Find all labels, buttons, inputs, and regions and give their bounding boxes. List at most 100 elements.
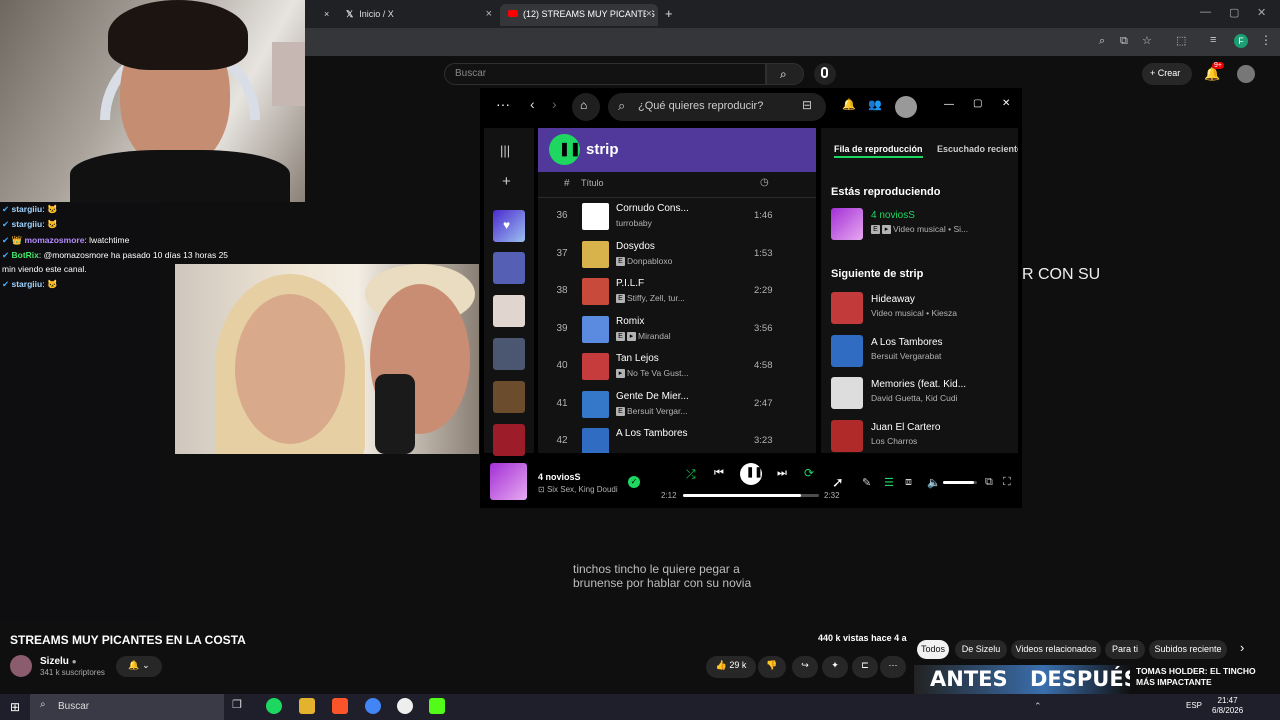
pause-button[interactable]: ❚❚ [549,134,581,165]
track-row[interactable]: 39 Romix E ▸ Mirandal 3:56 [538,311,816,348]
chip-subidos-recientes[interactable]: Subidos reciente [1149,640,1227,659]
brave-browser-icon[interactable] [332,698,348,714]
file-explorer-icon[interactable] [299,698,315,714]
shuffle-icon[interactable]: ⤮ [686,467,696,482]
minimize-icon[interactable]: — [1200,6,1211,18]
queue-icon[interactable]: ☰ [884,476,894,489]
task-view-icon[interactable]: ❐ [232,698,248,714]
channel-avatar[interactable] [10,655,32,677]
queue-item[interactable]: Hideaway Video musical • Kiesza [831,292,1016,328]
close-window-icon[interactable]: ✕ [1002,98,1010,109]
browse-icon[interactable]: ⊟ [802,98,812,112]
more-menu-icon[interactable]: ⋮ [1260,33,1272,47]
tab-x[interactable]: 𝕏 Inicio / X × [338,4,498,26]
back-arrow-icon[interactable]: ‹ [530,96,535,112]
plus-icon[interactable]: + [502,173,511,190]
playlist-cover[interactable] [493,338,525,370]
connect-device-icon[interactable]: ⧈ [905,476,912,489]
save-button[interactable]: ⊏ [852,656,878,678]
chip-para-ti[interactable]: Para ti [1105,640,1145,659]
obs-icon[interactable] [397,698,413,714]
track-row[interactable]: 36 Cornudo Cons... turrobaby 1:46 [538,198,816,235]
share-button[interactable]: ↪ [792,656,818,678]
dislike-button[interactable]: 👎 [758,656,786,678]
chrome-icon[interactable] [365,698,381,714]
playlist-cover[interactable] [493,252,525,284]
now-playing-item[interactable]: 4 noviosS E ▸ Video musical • Si... [831,208,1016,244]
notifications-bell-icon[interactable]: 🔔 [842,98,856,111]
friend-activity-icon[interactable]: 👥 [868,98,882,111]
youtube-search-input[interactable]: Buscar [444,63,766,85]
spotify-taskbar-icon[interactable] [266,698,282,714]
ask-button[interactable]: ✦ [822,656,848,678]
minimize-icon[interactable]: — [944,99,954,110]
liked-songs-cover[interactable]: ♥ [493,210,525,242]
kick-icon[interactable] [429,698,445,714]
youtube-search-button[interactable]: ⌕ [766,63,804,85]
bookmark-star-icon[interactable]: ☆ [1142,34,1152,47]
volume-slider[interactable] [943,481,977,484]
clock[interactable]: 21:47 6/8/2026 [1212,696,1243,716]
close-window-icon[interactable]: ✕ [1257,6,1266,19]
maximize-icon[interactable]: ▢ [1229,6,1239,19]
queue-item[interactable]: Juan El Cartero Los Charros [831,419,1016,454]
chip-todos[interactable]: Todos [917,640,949,659]
library-icon[interactable]: ||| [500,143,510,158]
track-row[interactable]: 42 A Los Tambores 3:23 [538,423,816,453]
previous-icon[interactable]: ⏮ [714,467,724,480]
avatar[interactable] [1237,65,1255,83]
menu-dots-icon[interactable]: ··· [496,96,510,112]
profile-avatar[interactable]: F [1234,34,1248,48]
language-indicator[interactable]: ESP [1186,701,1202,710]
repeat-icon[interactable]: ⟳ [804,466,814,480]
close-tab-icon[interactable]: × [322,4,336,26]
queue-item[interactable]: Memories (feat. Kid... David Guetta, Kid … [831,377,1016,413]
tab-recent[interactable]: Escuchado reciente [937,144,1018,154]
recommended-thumbnail[interactable]: ANTES DESPUÉS [914,665,1130,695]
like-button[interactable]: 👍 29 k [706,656,756,678]
windows-start-icon[interactable]: ⊞ [10,700,20,714]
track-row[interactable]: 37 Dosydos E Donpabloxo 1:53 [538,236,816,273]
recommended-title[interactable]: TOMAS HOLDER: EL TINCHO MÁS IMPACTANTE [1136,666,1256,688]
track-row[interactable]: 38 P.I.L.F E Stiffy, Zell, tur... 2:29 [538,273,816,310]
home-button[interactable]: ⌂ [572,93,600,121]
progress-bar[interactable] [683,494,819,497]
more-actions-button[interactable]: ⋯ [880,656,906,678]
reading-list-icon[interactable]: ≡ [1210,34,1216,46]
play-pause-button[interactable]: ❚❚ [740,463,763,485]
cast-icon[interactable]: ⧉ [1120,35,1128,48]
mini-player-icon[interactable]: ⧉ [985,476,993,489]
playlist-cover[interactable] [493,424,525,456]
chip-de-sizelu[interactable]: De Sizelu [955,640,1007,659]
forward-arrow-icon[interactable]: › [552,96,557,112]
spotify-avatar[interactable] [895,96,917,118]
taskbar-search-input[interactable]: ⌕ Buscar [30,694,224,720]
subscribe-bell-button[interactable]: 🔔 ⌄ [116,656,162,677]
maximize-icon[interactable]: ▢ [973,98,982,109]
close-tab-icon[interactable]: × [645,8,652,20]
voice-search-button[interactable] [814,63,836,85]
chip-videos-relacionados[interactable]: Videos relacionados [1011,640,1101,659]
playlist-cover[interactable] [493,381,525,413]
close-tab-icon[interactable]: × [486,8,492,20]
volume-icon[interactable]: 🔈 [927,476,941,489]
track-row[interactable]: 40 Tan Lejos ▸ No Te Va Gust... 4:58 [538,348,816,385]
zoom-icon[interactable]: ⌕ [1099,35,1105,48]
tab-youtube[interactable]: (12) STREAMS MUY PICANTES E × [500,4,658,26]
create-button[interactable]: + Crear [1142,63,1192,85]
channel-name[interactable]: Sizelu ● [40,656,77,667]
tray-chevron-icon[interactable]: ⌃ [1034,701,1042,712]
track-row[interactable]: 41 Gente De Mier... E Bersuit Vergar... 2:47 [538,386,816,423]
new-tab-button[interactable]: + [662,4,680,26]
player-track-artist[interactable]: ⊡ Six Sex, King Doudi [538,485,618,494]
playlist-cover[interactable] [493,295,525,327]
fullscreen-icon[interactable]: ⛶ [1003,476,1011,489]
tab-queue[interactable]: Fila de reproducción [834,144,923,158]
next-icon[interactable]: ⏭ [777,467,787,480]
chevron-right-icon[interactable]: › [1240,640,1244,655]
queue-item[interactable]: A Los Tambores Bersuit Vergarabat [831,334,1016,371]
added-check-icon[interactable]: ✓ [628,476,640,488]
extensions-icon[interactable]: ⬚ [1176,34,1186,47]
spotify-search-input[interactable]: ⌕ ¿Qué quieres reproducir? ⊟ [608,93,826,121]
mic-lyrics-icon[interactable]: ✎ [862,476,871,489]
